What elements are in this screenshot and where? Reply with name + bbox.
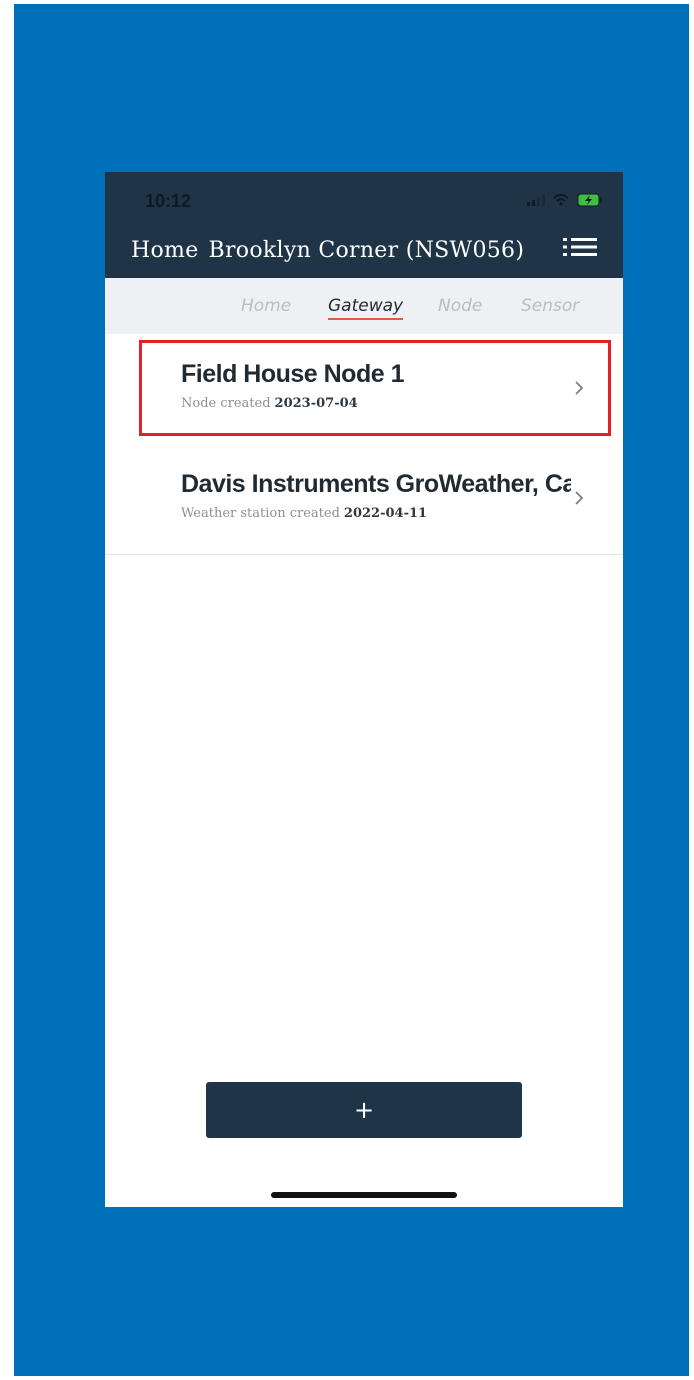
item-created-date: 2022-04-11 — [343, 506, 428, 521]
header-title: Home Brooklyn Corner (NSW056) — [131, 238, 534, 263]
tab-bar: Home Gateway Node Sensor — [105, 278, 623, 334]
tab-gateway[interactable]: Gateway — [328, 296, 404, 320]
item-created-date: 2023-07-04 — [274, 396, 358, 411]
item-title: Field House Node 1 — [181, 360, 404, 388]
chevron-right-icon — [575, 491, 584, 505]
tab-node[interactable]: Node — [438, 296, 482, 316]
page-title: Brooklyn Corner (NSW056) — [208, 238, 525, 263]
add-button[interactable]: + — [206, 1082, 522, 1138]
item-type-label: Weather station created — [181, 506, 340, 521]
blue-background-frame: 10:12 Home Brooklyn Corner (NSW056) Home… — [14, 4, 689, 1376]
chevron-right-icon — [575, 381, 584, 395]
home-indicator — [271, 1192, 457, 1198]
list-item-field-house-node[interactable]: Field House Node 1 Node created 2023-07-0… — [105, 334, 623, 445]
item-subtitle: Node created 2023-07-04 — [181, 396, 358, 411]
phone-screen: 10:12 Home Brooklyn Corner (NSW056) Home… — [105, 172, 623, 1207]
battery-charging-icon — [577, 193, 603, 207]
status-time: 10:12 — [145, 191, 192, 211]
item-type-label: Node created — [181, 396, 271, 411]
tab-sensor[interactable]: Sensor — [521, 296, 579, 316]
status-icons — [527, 192, 603, 208]
item-subtitle: Weather station created 2022-04-11 — [181, 506, 427, 521]
list-menu-icon[interactable] — [563, 236, 597, 258]
app-header: 10:12 Home Brooklyn Corner (NSW056) — [105, 172, 623, 278]
wifi-icon — [553, 194, 569, 206]
breadcrumb-home[interactable]: Home — [131, 238, 199, 263]
list-item-davis-weather-station[interactable]: Davis Instruments GroWeather, Cabl... We… — [105, 444, 623, 555]
item-title: Davis Instruments GroWeather, Cabl... — [181, 470, 571, 498]
signal-icon — [527, 194, 545, 206]
tab-home[interactable]: Home — [241, 296, 291, 316]
